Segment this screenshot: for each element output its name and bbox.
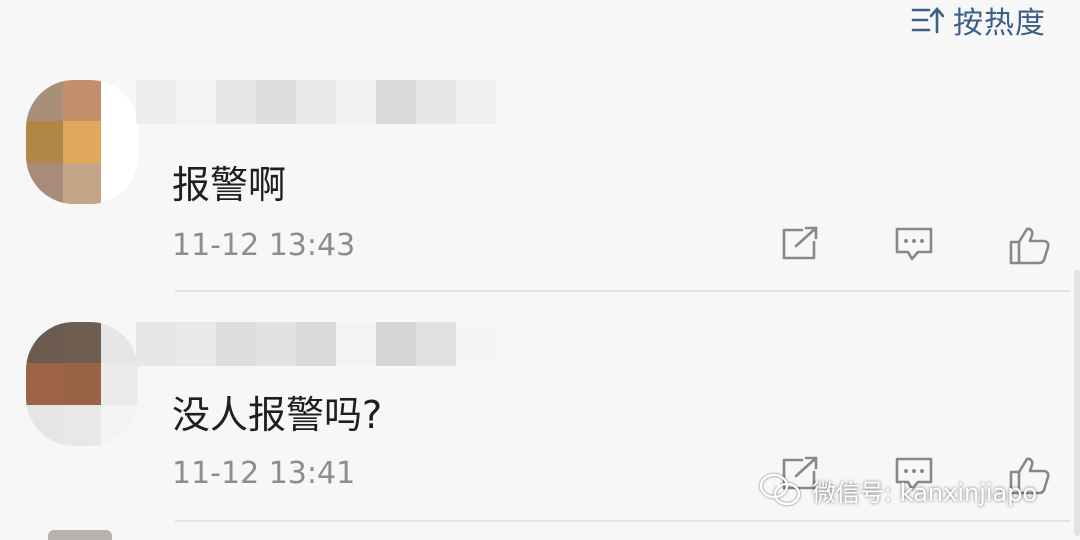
avatar-pixel [26,404,64,446]
reply-icon[interactable] [894,226,934,266]
avatar-pixel [63,322,101,364]
comment-text: 没人报警吗? [172,393,383,437]
avatar-pixel [100,162,138,204]
avatar-pixel [100,404,138,446]
avatar-pixel [100,121,138,163]
comment-time: 11-12 13:41 [172,456,356,491]
sort-icon [911,5,945,35]
avatar[interactable] [48,530,112,540]
avatar-pixel [63,404,101,446]
watermark-text: 微信号: kanxinjiapo [812,478,1038,507]
avatar-pixel [100,363,138,405]
nickname-blurred[interactable] [136,322,496,366]
avatar[interactable] [26,322,138,446]
avatar-pixel [26,80,64,122]
divider [175,290,1070,292]
avatar-pixel [100,80,138,122]
like-icon[interactable] [1008,226,1050,266]
comment-time: 11-12 13:43 [172,228,356,263]
scrollbar[interactable] [1074,270,1080,536]
avatar-pixel [63,80,101,122]
avatar-pixel [26,322,64,364]
avatar-pixel [26,363,64,405]
avatar-pixel [63,363,101,405]
watermark: 微信号: kanxinjiapo [758,470,1037,510]
comment-actions [780,226,1050,266]
share-icon[interactable] [780,226,820,266]
avatar[interactable] [26,80,138,204]
sort-label: 按热度 [953,6,1046,41]
wechat-icon [758,472,802,508]
comment-text: 报警啊 [172,163,287,207]
sort-by-hot-button[interactable]: 按热度 [911,0,1046,41]
divider [175,520,1070,522]
avatar-pixel [100,322,138,364]
nickname-blurred[interactable] [136,80,496,124]
comment-item: 报警啊 11-12 13:43 [0,80,1080,292]
avatar-pixel [63,121,101,163]
avatar-pixel [26,121,64,163]
avatar-pixel [26,162,64,204]
avatar-pixel [63,162,101,204]
